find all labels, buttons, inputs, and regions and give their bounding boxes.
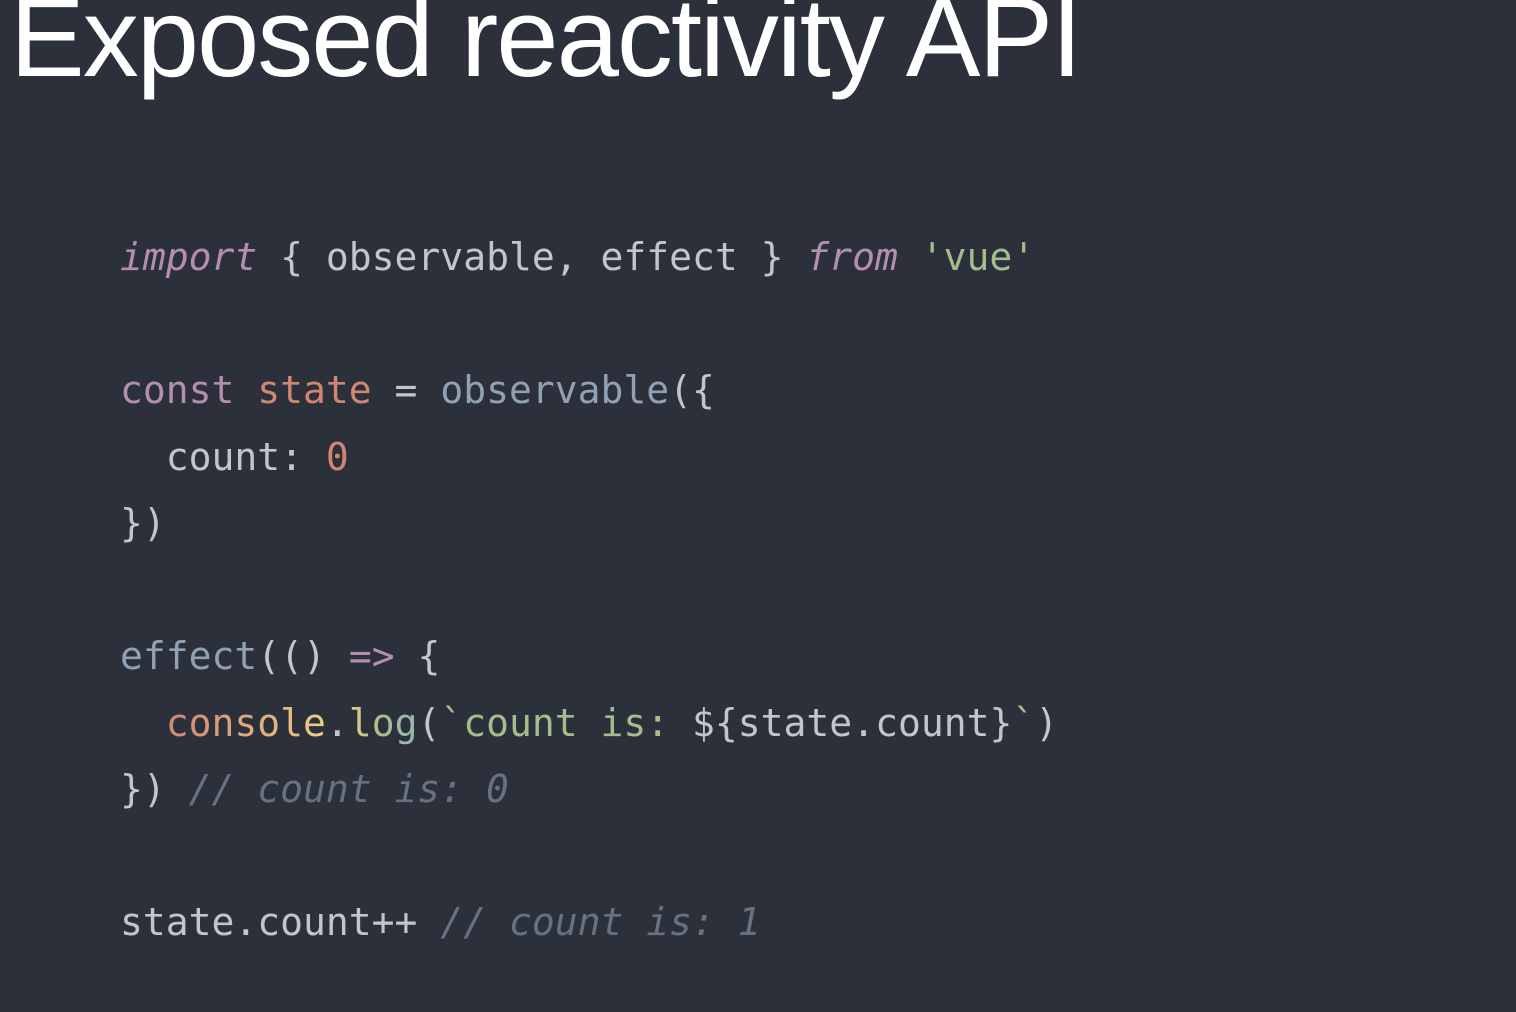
obj-state: state bbox=[738, 701, 852, 745]
punct-dot: . bbox=[234, 900, 257, 944]
punct-equals: = bbox=[372, 368, 441, 412]
code-line-3: const state = observable({ bbox=[120, 368, 715, 412]
punct-dot: . bbox=[852, 701, 875, 745]
space bbox=[234, 368, 257, 412]
comment-count-0: // count is: 0 bbox=[189, 767, 509, 811]
punct-paren-open: ( bbox=[257, 634, 280, 678]
prop-count: count bbox=[257, 900, 371, 944]
code-line-1: import { observable, effect } from 'vue' bbox=[120, 235, 1035, 279]
punct-brace-close: } bbox=[738, 235, 807, 279]
code-line-5: }) bbox=[120, 501, 166, 545]
code-line-9: }) // count is: 0 bbox=[120, 767, 509, 811]
keyword-from: from bbox=[806, 235, 898, 279]
space bbox=[898, 235, 921, 279]
keyword-const: const bbox=[120, 368, 234, 412]
code-line-7: effect(() => { bbox=[120, 634, 440, 678]
interp-close: } bbox=[989, 701, 1012, 745]
code-line-8: console.log(`count is: ${state.count}`) bbox=[120, 701, 1058, 745]
punct-close: }) bbox=[120, 767, 189, 811]
arrow-op: => bbox=[326, 634, 418, 678]
arrow-params: () bbox=[280, 634, 326, 678]
symbol-observable: observable bbox=[326, 235, 555, 279]
code-line-4: count: 0 bbox=[120, 435, 349, 479]
slide-title: Exposed reactivity API bbox=[10, 0, 1516, 94]
punct-brace-open: { bbox=[257, 235, 326, 279]
indent bbox=[120, 701, 166, 745]
indent bbox=[120, 435, 166, 479]
template-literal-start: `count is: bbox=[440, 701, 692, 745]
code-line-11: state.count++ // count is: 1 bbox=[120, 900, 761, 944]
symbol-effect: effect bbox=[600, 235, 737, 279]
punct-comma: , bbox=[555, 235, 601, 279]
keyword-import: import bbox=[120, 235, 257, 279]
interp-open: ${ bbox=[692, 701, 738, 745]
punct-paren-close: ) bbox=[1035, 701, 1058, 745]
code-block: import { observable, effect } from 'vue'… bbox=[120, 224, 1516, 956]
prop-count: count bbox=[875, 701, 989, 745]
punct-colon: : bbox=[280, 435, 326, 479]
punct-close: }) bbox=[120, 501, 166, 545]
var-state: state bbox=[257, 368, 371, 412]
punct-call-open: ({ bbox=[669, 368, 715, 412]
punct-brace-open: { bbox=[417, 634, 440, 678]
number-zero: 0 bbox=[326, 435, 349, 479]
prop-count: count bbox=[166, 435, 280, 479]
punct-dot: . bbox=[326, 701, 349, 745]
fn-observable: observable bbox=[440, 368, 669, 412]
comment-count-1: // count is: 1 bbox=[440, 900, 760, 944]
template-literal-end: ` bbox=[1012, 701, 1035, 745]
fn-effect: effect bbox=[120, 634, 257, 678]
fn-log: log bbox=[349, 701, 418, 745]
string-module: 'vue' bbox=[921, 235, 1035, 279]
obj-state: state bbox=[120, 900, 234, 944]
op-increment: ++ bbox=[372, 900, 441, 944]
obj-console: console bbox=[166, 701, 326, 745]
punct-paren-open: ( bbox=[417, 701, 440, 745]
